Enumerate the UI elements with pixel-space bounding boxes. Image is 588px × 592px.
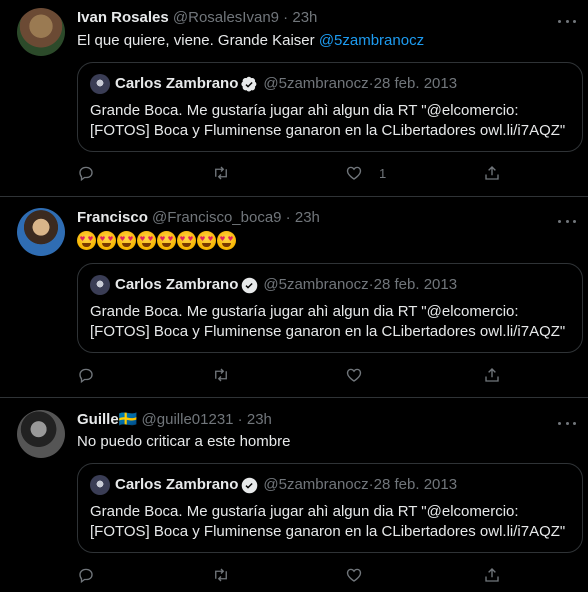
tweet-actions — [77, 566, 499, 586]
retweet-button[interactable] — [212, 164, 230, 182]
timestamp[interactable]: 23h — [247, 411, 272, 428]
quoted-header: Carlos Zambrano @5zambranocz · 28 feb. 2… — [90, 475, 457, 495]
like-icon — [346, 568, 362, 582]
heart-eyes-emoji — [77, 231, 96, 250]
share-icon — [485, 568, 499, 582]
quoted-handle: @5zambranocz — [263, 75, 369, 92]
share-button[interactable] — [483, 566, 501, 584]
quoted-avatar — [90, 275, 110, 295]
like-count: 1 — [379, 165, 387, 181]
share-button[interactable] — [483, 164, 501, 182]
heart-eyes-emoji — [137, 231, 156, 250]
more-icon[interactable] — [558, 12, 576, 30]
tweet-header: Guille🇸🇪 @guille01231 · 23h — [77, 410, 272, 430]
tweet-text-body: El que quiere, viene. Grande Kaiser — [77, 32, 319, 49]
quoted-handle: @5zambranocz — [263, 476, 369, 493]
quoted-tweet[interactable]: Carlos Zambrano @5zambranocz · 28 feb. 2… — [77, 62, 583, 152]
quoted-author-name: Carlos Zambrano — [115, 476, 239, 493]
retweet-button[interactable] — [212, 566, 230, 584]
avatar[interactable] — [17, 410, 65, 458]
quoted-date: 28 feb. 2013 — [373, 75, 458, 92]
quoted-text-line-1: Grande Boca. Me gustaría jugar ahì algun… — [90, 102, 519, 119]
quoted-avatar — [90, 475, 110, 495]
reply-button[interactable] — [77, 164, 95, 182]
tweet-actions — [77, 366, 499, 386]
mention-link[interactable]: @5zambranocz — [319, 32, 424, 49]
emoji-row — [77, 231, 236, 251]
tweet-1[interactable]: Ivan Rosales @RosalesIvan9 · 23h El que … — [0, 0, 588, 197]
quoted-author-name: Carlos Zambrano — [115, 276, 239, 293]
quoted-text-line-2: [FOTOS] Boca y Fluminense ganaron en la … — [90, 122, 566, 139]
quoted-text-line-2: [FOTOS] Boca y Fluminense ganaron en la … — [90, 523, 566, 540]
quoted-text-line-1: Grande Boca. Me gustaría jugar ahì algun… — [90, 503, 519, 520]
quoted-header: Carlos Zambrano @5zambranocz · 28 feb. 2… — [90, 275, 457, 295]
heart-eyes-emoji — [157, 231, 176, 250]
quoted-text: Grande Boca. Me gustaría jugar ahì algun… — [90, 101, 565, 141]
avatar[interactable] — [17, 8, 65, 56]
more-icon[interactable] — [558, 212, 576, 230]
author-name[interactable]: Ivan Rosales — [77, 9, 169, 26]
heart-eyes-emoji — [97, 231, 116, 250]
reply-icon — [79, 368, 93, 384]
author-handle[interactable]: @Francisco_boca9 — [152, 209, 281, 226]
retweet-icon — [215, 166, 227, 180]
heart-eyes-emoji — [217, 231, 236, 250]
retweet-button[interactable] — [212, 366, 230, 384]
tweet-text: El que quiere, viene. Grande Kaiser @5za… — [77, 31, 424, 51]
verified-icon — [241, 76, 257, 92]
quoted-avatar — [90, 74, 110, 94]
author-handle[interactable]: @RosalesIvan9 — [173, 9, 279, 26]
verified-icon — [242, 277, 258, 293]
share-icon — [485, 166, 499, 180]
quoted-author-name: Carlos Zambrano — [115, 75, 239, 92]
separator: · — [281, 209, 295, 226]
tweet-header: Francisco @Francisco_boca9 · 23h — [77, 208, 320, 228]
sweden-flag: 🇸🇪 — [118, 411, 138, 428]
retweet-icon — [215, 368, 227, 382]
tweet-actions: 1 — [77, 164, 499, 184]
heart-eyes-emoji — [177, 231, 196, 250]
like-button[interactable]: 1 — [345, 164, 386, 182]
tweet-2[interactable]: Francisco @Francisco_boca9 · 23h Carlos … — [0, 197, 588, 398]
separator: · — [279, 9, 293, 26]
quoted-text: Grande Boca. Me gustaría jugar ahì algun… — [90, 302, 565, 342]
quoted-date: 28 feb. 2013 — [373, 276, 458, 293]
share-button[interactable] — [483, 366, 501, 384]
timestamp[interactable]: 23h — [295, 209, 320, 226]
heart-eyes-emoji — [117, 231, 136, 250]
quoted-text-line-2: [FOTOS] Boca y Fluminense ganaron en la … — [90, 323, 566, 340]
verified-icon — [242, 477, 258, 493]
author-name[interactable]: Francisco — [77, 209, 148, 226]
heart-eyes-emoji — [197, 231, 216, 250]
like-icon — [346, 166, 362, 180]
quoted-text: Grande Boca. Me gustaría jugar ahì algun… — [90, 502, 565, 542]
like-icon — [346, 368, 362, 382]
tweet-text-body: No puedo criticar a este hombre — [77, 433, 291, 450]
tweet-text: No puedo criticar a este hombre — [77, 432, 290, 452]
reply-button[interactable] — [77, 566, 95, 584]
like-button[interactable] — [345, 366, 363, 384]
more-icon[interactable] — [558, 414, 576, 432]
author-name[interactable]: Guille — [77, 411, 119, 428]
like-button[interactable] — [345, 566, 363, 584]
tweet-header: Ivan Rosales @RosalesIvan9 · 23h — [77, 8, 317, 28]
quoted-tweet[interactable]: Carlos Zambrano @5zambranocz · 28 feb. 2… — [77, 263, 583, 353]
separator: · — [233, 411, 247, 428]
author-handle[interactable]: @guille01231 — [142, 411, 234, 428]
quoted-tweet[interactable]: Carlos Zambrano @5zambranocz · 28 feb. 2… — [77, 463, 583, 553]
quoted-text-line-1: Grande Boca. Me gustaría jugar ahì algun… — [90, 303, 519, 320]
reply-button[interactable] — [77, 366, 95, 384]
share-icon — [485, 368, 499, 382]
avatar[interactable] — [17, 208, 65, 256]
retweet-icon — [215, 568, 227, 582]
quoted-header: Carlos Zambrano @5zambranocz · 28 feb. 2… — [90, 74, 457, 94]
reply-icon — [79, 166, 93, 182]
tweet-3[interactable]: Guille🇸🇪 @guille01231 · 23h No puedo cri… — [0, 398, 588, 592]
quoted-handle: @5zambranocz — [263, 276, 369, 293]
reply-icon — [79, 568, 93, 584]
timestamp[interactable]: 23h — [292, 9, 317, 26]
quoted-date: 28 feb. 2013 — [373, 476, 458, 493]
